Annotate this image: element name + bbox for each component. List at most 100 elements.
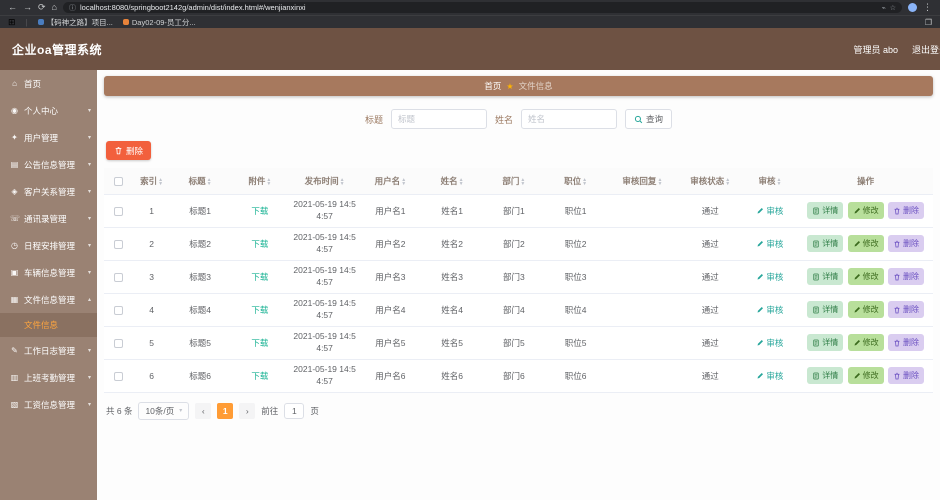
detail-button[interactable]: 详情 xyxy=(807,268,844,285)
address-bar[interactable]: ⓘ localhost:8080/springboot2142g/admin/d… xyxy=(62,2,902,13)
detail-button[interactable]: 详情 xyxy=(807,334,844,351)
col-position[interactable]: 职位▲ ▼ xyxy=(545,168,606,195)
page-number-current[interactable]: 1 xyxy=(217,402,234,419)
review-button[interactable]: 审核 xyxy=(756,238,783,250)
save-icon[interactable]: ⌁ xyxy=(882,4,886,12)
back-icon[interactable]: ← xyxy=(8,3,17,12)
sidebar-item-schedule-management[interactable]: ◷ 日程安排管理 ▾ xyxy=(0,232,97,259)
site-info-icon[interactable]: ⓘ xyxy=(69,3,76,13)
edit-button[interactable]: 修改 xyxy=(847,268,884,285)
bookmark-label[interactable]: 【码神之路】项目... xyxy=(47,17,113,28)
edit-button[interactable]: 修改 xyxy=(847,235,884,252)
detail-button[interactable]: 详情 xyxy=(807,367,844,384)
download-link[interactable]: 下载 xyxy=(251,206,268,216)
download-link[interactable]: 下载 xyxy=(251,305,268,315)
select-all-checkbox[interactable] xyxy=(113,176,123,186)
review-button[interactable]: 审核 xyxy=(756,304,783,316)
sort-icon[interactable]: ▲ ▼ xyxy=(776,177,781,186)
edit-button[interactable]: 修改 xyxy=(847,334,884,351)
row-checkbox[interactable] xyxy=(113,338,123,348)
prev-page-button[interactable]: ‹ xyxy=(195,402,212,419)
refresh-icon[interactable]: ⟳ xyxy=(38,3,46,12)
download-link[interactable]: 下载 xyxy=(251,371,268,381)
next-page-button[interactable]: › xyxy=(239,402,256,419)
row-checkbox[interactable] xyxy=(113,206,123,216)
sidebar-item-file-management[interactable]: ▦ 文件信息管理 ▴ xyxy=(0,286,97,313)
detail-button[interactable]: 详情 xyxy=(807,301,844,318)
home-icon[interactable]: ⌂ xyxy=(52,3,57,12)
bookmark-item[interactable]: Day02-09-员工分... xyxy=(122,17,196,28)
sort-icon[interactable]: ▲ ▼ xyxy=(657,177,662,186)
delete-button[interactable]: 删除 xyxy=(888,367,924,384)
edit-button[interactable]: 修改 xyxy=(847,301,884,318)
query-button[interactable]: 查询 xyxy=(625,109,673,129)
title-search-input[interactable] xyxy=(390,109,487,129)
sidebar-subitem-file-info-active[interactable]: 文件信息 xyxy=(0,313,97,337)
bookmark-item[interactable]: 【码神之路】项目... xyxy=(37,17,113,28)
col-review-reply[interactable]: 审核回复▲ ▼ xyxy=(605,168,679,195)
review-button[interactable]: 审核 xyxy=(756,370,783,382)
row-checkbox[interactable] xyxy=(113,371,123,381)
forward-icon[interactable]: → xyxy=(23,3,32,12)
col-review-status[interactable]: 审核状态▲ ▼ xyxy=(678,168,742,195)
review-button[interactable]: 审核 xyxy=(756,271,783,283)
col-publish-time[interactable]: 发布时间▲ ▼ xyxy=(290,168,360,195)
sidebar-item-personal-center[interactable]: ◉ 个人中心 ▾ xyxy=(0,97,97,124)
col-attachment[interactable]: 附件▲ ▼ xyxy=(229,168,291,195)
delete-button[interactable]: 删除 xyxy=(888,202,924,219)
sidebar-item-vehicle-management[interactable]: ▣ 车辆信息管理 ▾ xyxy=(0,259,97,286)
sidebar-item-attendance-management[interactable]: ▥ 上班考勤管理 ▾ xyxy=(0,364,97,391)
sidebar-item-contacts-management[interactable]: ☏ 通讯录管理 ▾ xyxy=(0,205,97,232)
download-link[interactable]: 下载 xyxy=(251,338,268,348)
delete-button[interactable]: 删除 xyxy=(888,334,924,351)
col-index[interactable]: 索引▲ ▼ xyxy=(132,168,171,195)
bookmark-star-icon[interactable]: ☆ xyxy=(890,4,896,12)
sidebar-item-user-management[interactable]: ✦ 用户管理 ▾ xyxy=(0,124,97,151)
col-username[interactable]: 用户名▲ ▼ xyxy=(359,168,422,195)
sort-icon[interactable]: ▲ ▼ xyxy=(725,177,730,186)
goto-page-input[interactable] xyxy=(284,402,305,419)
row-checkbox[interactable] xyxy=(113,272,123,282)
col-review[interactable]: 审核▲ ▼ xyxy=(741,168,799,195)
sidebar-item-home[interactable]: ⌂ 首页 xyxy=(0,70,97,97)
sort-icon[interactable]: ▲ ▼ xyxy=(520,177,525,186)
sort-icon[interactable]: ▲ ▼ xyxy=(459,177,464,186)
sort-icon[interactable]: ▲ ▼ xyxy=(582,177,587,186)
review-button[interactable]: 审核 xyxy=(756,337,783,349)
sort-icon[interactable]: ▲ ▼ xyxy=(340,177,345,186)
sort-icon[interactable]: ▲ ▼ xyxy=(158,177,163,186)
edit-button[interactable]: 修改 xyxy=(847,367,884,384)
delete-button[interactable]: 删除 xyxy=(888,301,924,318)
sidebar-item-announcement-management[interactable]: ▤ 公告信息管理 ▾ xyxy=(0,151,97,178)
name-search-input[interactable] xyxy=(521,109,617,129)
sidebar-item-worklog-management[interactable]: ✎ 工作日志管理 ▾ xyxy=(0,337,97,364)
detail-button[interactable]: 详情 xyxy=(807,202,844,219)
col-department[interactable]: 部门▲ ▼ xyxy=(482,168,546,195)
sidebar-item-salary-management[interactable]: ▧ 工资信息管理 ▾ xyxy=(0,391,97,418)
logout-button[interactable]: 退出登录 xyxy=(912,43,940,56)
delete-button[interactable]: 删除 xyxy=(888,235,924,252)
download-link[interactable]: 下载 xyxy=(251,239,268,249)
breadcrumb-home[interactable]: 首页 xyxy=(484,80,501,92)
detail-button[interactable]: 详情 xyxy=(807,235,844,252)
sort-icon[interactable]: ▲ ▼ xyxy=(207,177,212,186)
edit-button[interactable]: 修改 xyxy=(847,202,884,219)
batch-delete-button[interactable]: 删除 xyxy=(106,141,152,160)
sidebar-item-customer-relations[interactable]: ◈ 客户关系管理 ▾ xyxy=(0,178,97,205)
review-button[interactable]: 审核 xyxy=(756,205,783,217)
row-checkbox[interactable] xyxy=(113,239,123,249)
browser-menu-icon[interactable]: ⋮ xyxy=(923,3,932,12)
bookmark-label[interactable]: Day02-09-员工分... xyxy=(132,17,196,28)
delete-button[interactable]: 删除 xyxy=(888,268,924,285)
apps-grid-icon[interactable]: ⊞ xyxy=(8,17,16,27)
url-text[interactable]: localhost:8080/springboot2142g/admin/dis… xyxy=(80,3,878,12)
download-link[interactable]: 下载 xyxy=(251,272,268,282)
profile-avatar[interactable] xyxy=(908,3,917,12)
sort-icon[interactable]: ▲ ▼ xyxy=(266,177,271,186)
row-checkbox[interactable] xyxy=(113,305,123,315)
other-bookmarks-icon[interactable]: ❐ xyxy=(925,18,932,27)
col-name[interactable]: 姓名▲ ▼ xyxy=(421,168,483,195)
page-size-select[interactable]: 10条/页 ▾ xyxy=(138,401,190,420)
sort-icon[interactable]: ▲ ▼ xyxy=(401,177,406,186)
col-title[interactable]: 标题▲ ▼ xyxy=(170,168,230,195)
